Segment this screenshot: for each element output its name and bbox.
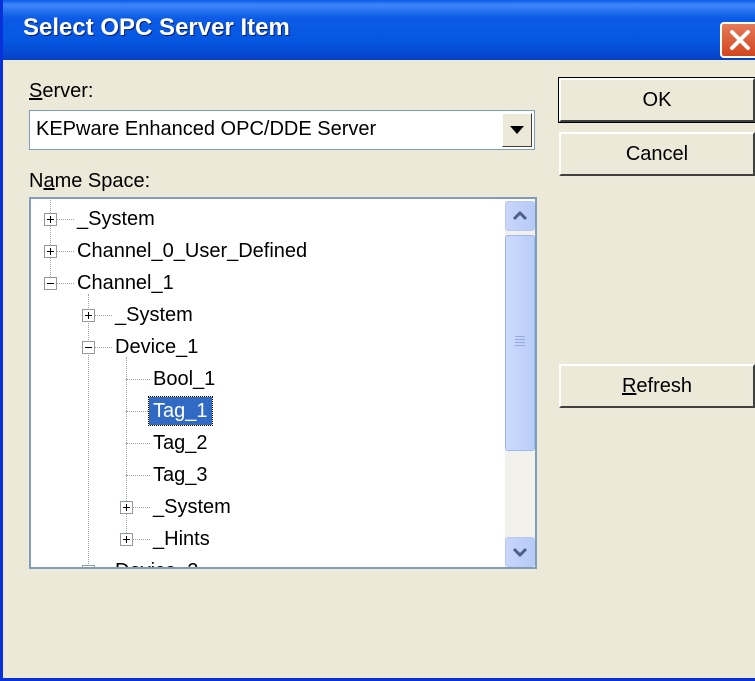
refresh-label-rest: efresh <box>636 375 693 397</box>
chevron-down-icon <box>513 547 527 557</box>
tree-node-selected[interactable]: Tag_1 <box>148 396 213 426</box>
title-bar[interactable]: Select OPC Server Item <box>3 0 755 60</box>
cancel-button[interactable]: Cancel <box>559 132 755 176</box>
expand-icon[interactable] <box>82 565 95 567</box>
tree-line <box>126 379 150 380</box>
tree-node[interactable]: _System <box>111 301 197 329</box>
tree-line <box>56 219 74 220</box>
server-dropdown-button[interactable] <box>502 113 532 147</box>
server-value: KEPware Enhanced OPC/DDE Server <box>36 118 377 140</box>
tree-line <box>132 507 150 508</box>
tree-line <box>50 199 51 285</box>
close-button[interactable] <box>720 22 755 58</box>
server-label-accesskey: S <box>29 80 43 102</box>
window-title: Select OPC Server Item <box>23 14 290 41</box>
refresh-accesskey: R <box>621 375 637 397</box>
tree-line <box>94 347 112 348</box>
scroll-down-button[interactable] <box>505 537 535 567</box>
chevron-down-icon <box>510 126 524 134</box>
tree-line <box>88 294 89 567</box>
ok-button[interactable]: OK <box>558 77 755 123</box>
tree-line <box>94 315 112 316</box>
tree-line <box>132 539 150 540</box>
dialog-window: Select OPC Server Item Server: KEPware E… <box>0 0 755 681</box>
tree-line <box>126 411 150 412</box>
tree-node[interactable]: _System <box>73 205 159 233</box>
tree-line <box>126 443 150 444</box>
close-icon <box>730 30 750 50</box>
chevron-up-icon <box>513 211 527 221</box>
tree-node[interactable]: _System <box>149 493 235 521</box>
tree-node[interactable]: Tag_2 <box>149 429 212 457</box>
scroll-up-button[interactable] <box>505 201 535 231</box>
namespace-label-accesskey: a <box>43 170 55 192</box>
tree-line <box>126 475 150 476</box>
tree-node[interactable]: Device_1 <box>111 333 202 361</box>
tree-node[interactable]: Channel_1 <box>73 269 178 297</box>
namespace-tree[interactable]: _System Channel_0_User_Defined Channel_1… <box>29 197 537 569</box>
server-label: Server: <box>29 80 93 103</box>
namespace-label: Name Space: <box>29 170 150 193</box>
tree-node[interactable]: Tag_3 <box>149 461 212 489</box>
server-combobox[interactable]: KEPware Enhanced OPC/DDE Server <box>29 110 535 150</box>
expand-icon[interactable] <box>44 213 57 226</box>
namespace-label-rest: me Space: <box>54 170 151 192</box>
tree-line <box>56 251 74 252</box>
expand-icon[interactable] <box>44 245 57 258</box>
collapse-icon[interactable] <box>44 277 57 290</box>
tree-node[interactable]: Channel_0_User_Defined <box>73 237 311 265</box>
server-label-rest: erver: <box>42 80 94 102</box>
tree-line <box>56 283 74 284</box>
collapse-icon[interactable] <box>82 341 95 354</box>
refresh-button[interactable]: Refresh <box>559 364 755 408</box>
tree-node[interactable]: Device_2 <box>111 557 202 567</box>
scroll-thumb[interactable] <box>505 235 535 451</box>
tree-node[interactable]: Bool_1 <box>149 365 219 393</box>
tree-scrollbar[interactable] <box>505 201 535 567</box>
expand-icon[interactable] <box>82 309 95 322</box>
expand-icon[interactable] <box>120 501 133 514</box>
tree-node[interactable]: _Hints <box>149 525 214 553</box>
expand-icon[interactable] <box>120 533 133 546</box>
namespace-label-pre: N <box>29 170 44 192</box>
